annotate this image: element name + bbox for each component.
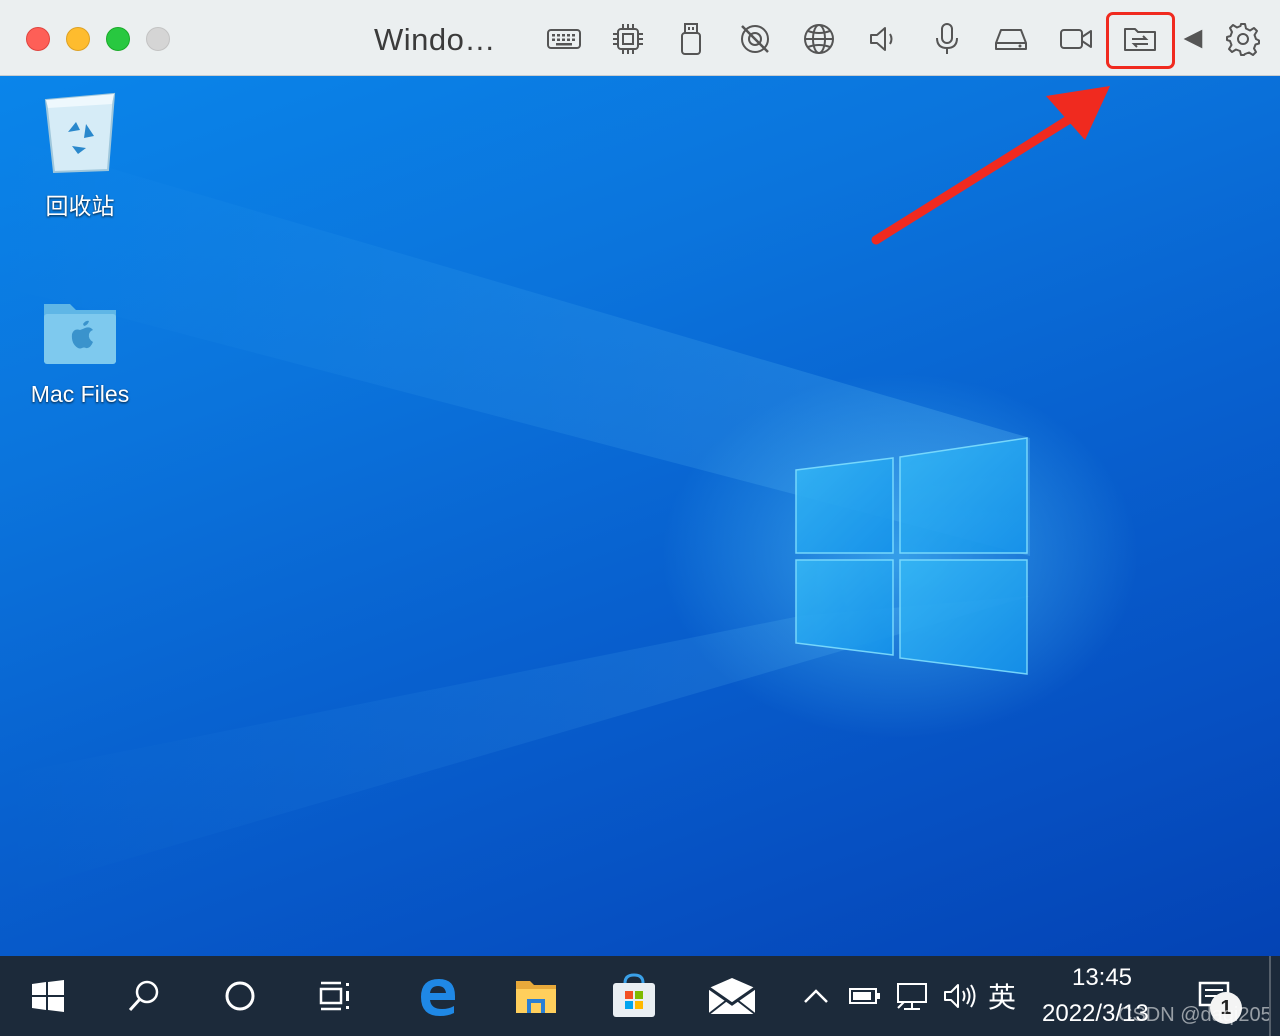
- keyboard-icon[interactable]: [545, 20, 583, 58]
- speaker-icon[interactable]: [864, 20, 902, 58]
- close-button[interactable]: [26, 27, 50, 51]
- desktop-icon-label: Mac Files: [30, 381, 130, 407]
- start-icon[interactable]: [20, 956, 76, 1036]
- edge-icon[interactable]: [410, 956, 466, 1036]
- show-desktop-button[interactable]: [1269, 956, 1271, 1036]
- battery-icon[interactable]: [846, 956, 884, 1036]
- globe-icon[interactable]: [800, 20, 838, 58]
- camera-off-icon[interactable]: [736, 20, 774, 58]
- clock-time[interactable]: 13:45: [1070, 964, 1134, 992]
- microphone-icon[interactable]: [928, 20, 966, 58]
- gear-icon[interactable]: [1224, 20, 1262, 58]
- minimize-button[interactable]: [66, 27, 90, 51]
- desktop-icon-label: 回收站: [45, 193, 115, 219]
- recycle-bin-icon: [44, 92, 116, 174]
- hard-drive-icon[interactable]: [992, 20, 1030, 58]
- file-explorer-icon[interactable]: [508, 956, 564, 1036]
- search-icon[interactable]: [116, 956, 172, 1036]
- ime-indicator[interactable]: 英: [988, 976, 1016, 1016]
- desktop-icon-mac-files[interactable]: Mac Files: [10, 294, 150, 408]
- back-arrow-icon[interactable]: [1177, 20, 1207, 58]
- highlight-box: [1106, 12, 1175, 69]
- watermark: CSDN @daqi205: [1118, 1004, 1272, 1026]
- windows-wallpaper: [0, 86, 1110, 896]
- window-title: Windo…: [374, 22, 496, 57]
- store-icon[interactable]: [606, 956, 662, 1036]
- network-icon[interactable]: [892, 956, 932, 1036]
- windows-desktop: 回收站 Mac Files: [0, 76, 1280, 956]
- video-camera-icon[interactable]: [1057, 20, 1095, 58]
- cortana-icon[interactable]: [212, 956, 268, 1036]
- task-view-icon[interactable]: [308, 956, 364, 1036]
- window-titlebar: Windo…: [0, 0, 1280, 76]
- desktop-icon-recycle-bin[interactable]: 回收站: [10, 86, 150, 221]
- annotation-arrow: [871, 115, 1073, 245]
- usb-icon[interactable]: [672, 20, 710, 58]
- mail-icon[interactable]: [704, 956, 760, 1036]
- disabled-window-button: [146, 27, 170, 51]
- zoom-button[interactable]: [106, 27, 130, 51]
- mac-folder-icon: [44, 304, 116, 364]
- tray-chevron-up-icon[interactable]: [800, 956, 832, 1036]
- volume-icon[interactable]: [940, 956, 980, 1036]
- cpu-icon[interactable]: [609, 20, 647, 58]
